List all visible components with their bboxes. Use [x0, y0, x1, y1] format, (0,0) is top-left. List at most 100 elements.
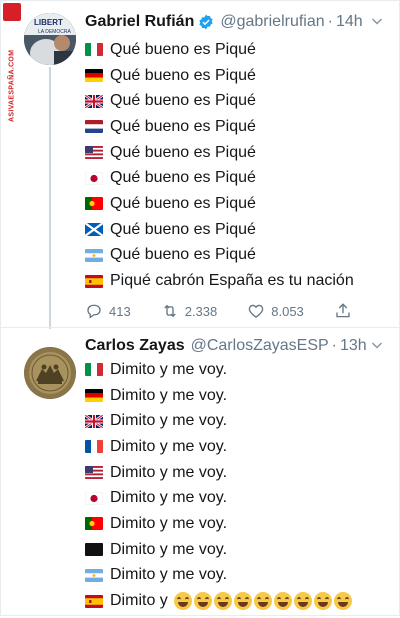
tweet-line: Qué bueno es Piqué	[85, 37, 391, 63]
tweet-line-text: Dimito y me voy.	[110, 566, 228, 584]
tweet-line-text: Dimito y me voy.	[110, 412, 228, 430]
flag-jp-icon	[85, 491, 103, 505]
thread-line	[49, 67, 51, 329]
flag-ar-icon	[85, 248, 103, 262]
tweet-line-text: Qué bueno es Piqué	[110, 92, 256, 110]
tweet-line: Qué bueno es Piqué	[85, 88, 391, 114]
flag-jp-icon	[85, 171, 103, 185]
tweet-header: Gabriel Rufián @gabrielrufian · 14h	[85, 11, 383, 33]
like-button[interactable]: 8.053	[247, 302, 304, 320]
tweet-line-text: Dimito y	[110, 592, 168, 610]
avatar-banner-text: LIBERT	[34, 18, 63, 27]
flag-it-icon	[85, 43, 103, 57]
tweet-line: Qué bueno es Piqué	[85, 165, 391, 191]
reply-button[interactable]: 413	[85, 302, 131, 320]
avatar-seal-image	[24, 347, 76, 399]
avatar[interactable]	[24, 347, 76, 399]
laughing-emoji-icon	[173, 592, 192, 611]
tweet-line-text: Qué bueno es Piqué	[110, 66, 256, 84]
display-name[interactable]: Gabriel Rufián	[85, 13, 194, 31]
tweet-line-text: Qué bueno es Piqué	[110, 194, 256, 212]
tweet-gabriel-rufian[interactable]: LIBERT LA DEMOCRA Gabriel Rufián @gabrie…	[1, 1, 400, 329]
tweet-line-text: Dimito y me voy.	[110, 463, 228, 481]
flag-us-icon	[85, 466, 103, 480]
like-count: 8.053	[271, 303, 304, 319]
flag-sc-icon	[85, 223, 103, 237]
laughing-emoji-icon	[273, 592, 292, 611]
laughing-emoji-icon	[213, 592, 232, 611]
flag-pt-icon	[85, 197, 103, 211]
flag-black-icon	[85, 543, 103, 557]
tweet-line-text: Dimito y me voy.	[110, 489, 228, 507]
reply-count: 413	[109, 303, 131, 319]
retweet-count: 2.338	[184, 303, 218, 319]
flag-nl-icon	[85, 120, 103, 134]
avatar-banner-subtext: LA DEMOCRA	[38, 29, 71, 35]
tweet-body: Dimito y me voy. Dimito y me voy. Dimito y…	[85, 357, 391, 614]
display-name[interactable]: Carlos Zayas	[85, 337, 185, 355]
action-bar: 413 2.338 8.053	[85, 299, 388, 323]
flag-ar-icon	[85, 568, 103, 582]
tweet-line: Qué bueno es Piqué	[85, 191, 391, 217]
tweet-line: Qué bueno es Piqué	[85, 140, 391, 166]
laughing-emoji-icon	[193, 592, 212, 611]
tweet-line-text: Qué bueno es Piqué	[110, 220, 256, 238]
flag-pt-icon	[85, 517, 103, 531]
timestamp[interactable]: 14h	[336, 13, 363, 31]
laughing-emoji-icon	[293, 592, 312, 611]
flag-gb-icon	[85, 414, 103, 428]
tweet-carlos-zayas[interactable]: Carlos Zayas @CarlosZayasESP · 13h Dimit…	[1, 327, 400, 618]
tweet-line-text: Qué bueno es Piqué	[110, 169, 256, 187]
tweet-line-text: Dimito y me voy.	[110, 514, 228, 532]
flag-de-icon	[85, 389, 103, 403]
tweet-line-text: Dimito y me voy.	[110, 437, 228, 455]
tweet-line: Piqué cabrón España es tu nación	[85, 268, 391, 294]
tweet-line: Dimito y me voy.	[85, 563, 391, 589]
user-handle[interactable]: @gabrielrufian	[220, 13, 324, 31]
flag-us-icon	[85, 146, 103, 160]
chevron-down-icon[interactable]	[371, 339, 383, 351]
tweet-line-text: Dimito y me voy.	[110, 540, 228, 558]
tweet-line: Qué bueno es Piqué	[85, 63, 391, 89]
flag-fr-icon	[85, 440, 103, 454]
tweet-line: Dimito y me voy.	[85, 537, 391, 563]
separator: ·	[327, 13, 333, 30]
flag-it-icon	[85, 363, 103, 377]
laughing-emoji-icon	[253, 592, 272, 611]
tweet-line: Dimito y me voy.	[85, 434, 391, 460]
tweet-line-text: Piqué cabrón España es tu nación	[110, 272, 354, 290]
tweet-line: Dimito y me voy.	[85, 460, 391, 486]
chevron-down-icon[interactable]	[371, 15, 383, 27]
laughing-emoji-icon	[313, 592, 332, 611]
screenshot-frame: ASIVAESPAÑA.COM LIBERT LA DEMOCRA Gabrie…	[0, 0, 400, 616]
tweet-line: Dimito y	[85, 588, 391, 614]
flag-de-icon	[85, 69, 103, 83]
avatar-image: LIBERT LA DEMOCRA	[24, 13, 76, 65]
tweet-line-text: Qué bueno es Piqué	[110, 246, 256, 264]
share-button[interactable]	[334, 302, 358, 320]
flag-es-icon	[85, 274, 103, 288]
user-handle[interactable]: @CarlosZayasESP	[191, 337, 329, 355]
tweet-line: Dimito y me voy.	[85, 485, 391, 511]
tweet-line-text: Qué bueno es Piqué	[110, 117, 256, 135]
tweet-line: Dimito y me voy.	[85, 383, 391, 409]
timestamp[interactable]: 13h	[340, 337, 367, 355]
tweet-line-text: Dimito y me voy.	[110, 386, 228, 404]
flag-es-icon	[85, 594, 103, 608]
avatar[interactable]: LIBERT LA DEMOCRA	[24, 13, 76, 65]
tweet-line: Dimito y me voy.	[85, 511, 391, 537]
tweet-header: Carlos Zayas @CarlosZayasESP · 13h	[85, 335, 383, 357]
separator: ·	[331, 337, 337, 354]
tweet-body: Qué bueno es Piqué Qué bueno es Piqué Qué …	[85, 37, 391, 294]
tweet-line: Qué bueno es Piqué	[85, 217, 391, 243]
tweet-line: Qué bueno es Piqué	[85, 243, 391, 269]
tweet-line-text: Qué bueno es Piqué	[110, 143, 256, 161]
share-icon	[336, 303, 350, 318]
laughing-emoji-icon	[233, 592, 252, 611]
retweet-button[interactable]: 2.338	[161, 302, 218, 320]
tweet-line: Dimito y me voy.	[85, 357, 391, 383]
verified-badge-icon	[199, 14, 213, 30]
tweet-line-text: Qué bueno es Piqué	[110, 40, 256, 58]
tweet-line: Qué bueno es Piqué	[85, 114, 391, 140]
heart-icon	[249, 304, 264, 318]
